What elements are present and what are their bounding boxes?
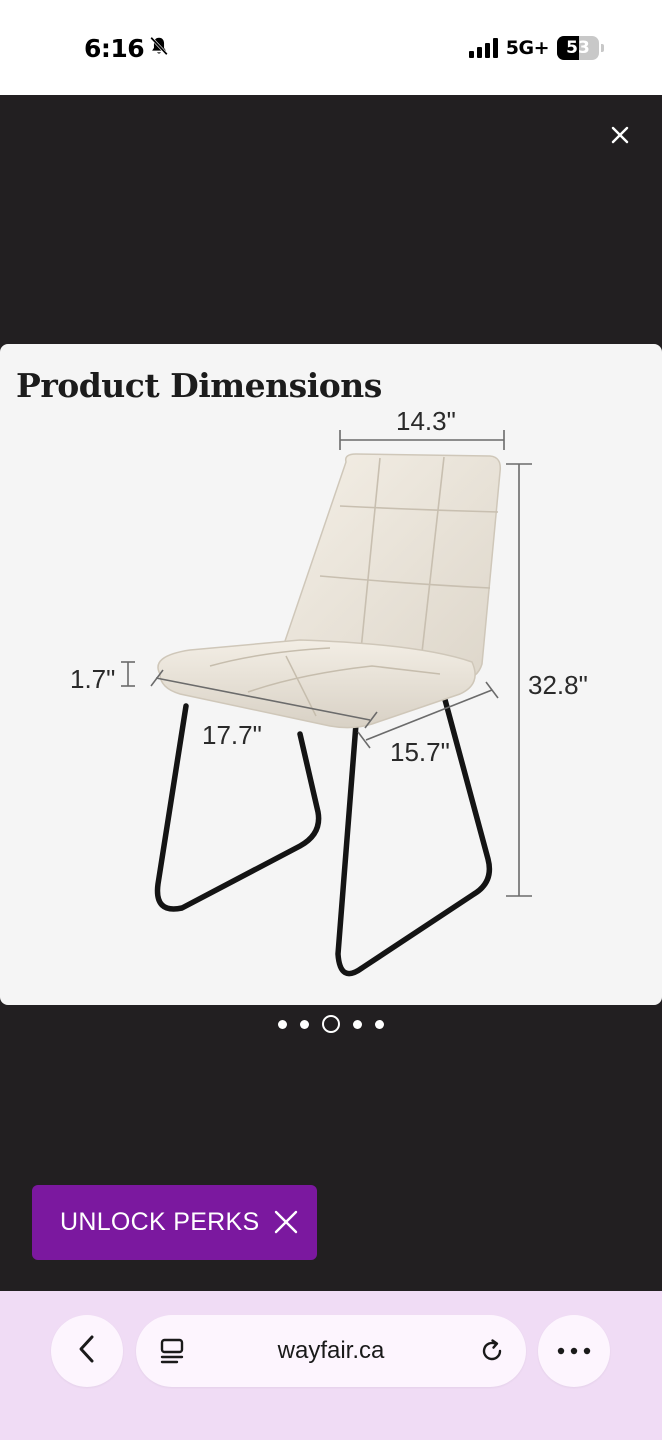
status-bar: 6:16 5G+ 53 [0, 0, 662, 95]
unlock-perks-button[interactable]: UNLOCK PERKS [32, 1185, 317, 1260]
url-text: wayfair.ca [277, 1337, 385, 1364]
back-button[interactable] [51, 1315, 123, 1387]
status-right-group: 5G+ 53 [468, 36, 604, 60]
unlock-perks-label: UNLOCK PERKS [60, 1208, 260, 1236]
status-time: 6:16 [84, 34, 145, 63]
carousel-dot[interactable] [300, 1019, 309, 1029]
carousel-dots [0, 1013, 662, 1035]
signal-bars-icon [468, 38, 498, 58]
carousel-dot[interactable] [278, 1019, 287, 1029]
battery-nub [601, 44, 604, 52]
close-viewer-button[interactable] [600, 117, 640, 157]
image-title: Product Dimensions [16, 366, 382, 405]
chevron-left-icon [76, 1334, 98, 1369]
browser-toolbar: wayfair.ca [0, 1291, 662, 1440]
battery-level: 53 [566, 38, 590, 58]
more-menu-button[interactable] [538, 1315, 610, 1387]
seat-width-label: 17.7" [202, 720, 262, 750]
network-type: 5G+ [505, 37, 550, 59]
height-label: 32.8" [528, 670, 588, 700]
seat-thickness-label: 1.7" [70, 664, 116, 694]
carousel-dot[interactable] [353, 1019, 362, 1029]
address-bar[interactable]: wayfair.ca [136, 1315, 526, 1387]
battery-icon: 53 [557, 36, 599, 60]
close-icon[interactable] [271, 1207, 301, 1237]
product-image[interactable]: Product Dimensions 14.3" 32.8" 1.7" 17.7… [0, 344, 662, 1005]
chair-seat [157, 639, 476, 729]
close-icon [610, 125, 630, 150]
status-time-group: 6:16 [84, 34, 170, 63]
reload-icon[interactable] [478, 1337, 506, 1365]
seat-depth-label: 15.7" [390, 737, 450, 767]
width-label: 14.3" [396, 406, 456, 436]
more-horizontal-icon [557, 1342, 591, 1360]
carousel-dot[interactable] [322, 1015, 340, 1033]
bell-slash-icon [148, 35, 170, 62]
carousel-dot[interactable] [375, 1019, 384, 1029]
